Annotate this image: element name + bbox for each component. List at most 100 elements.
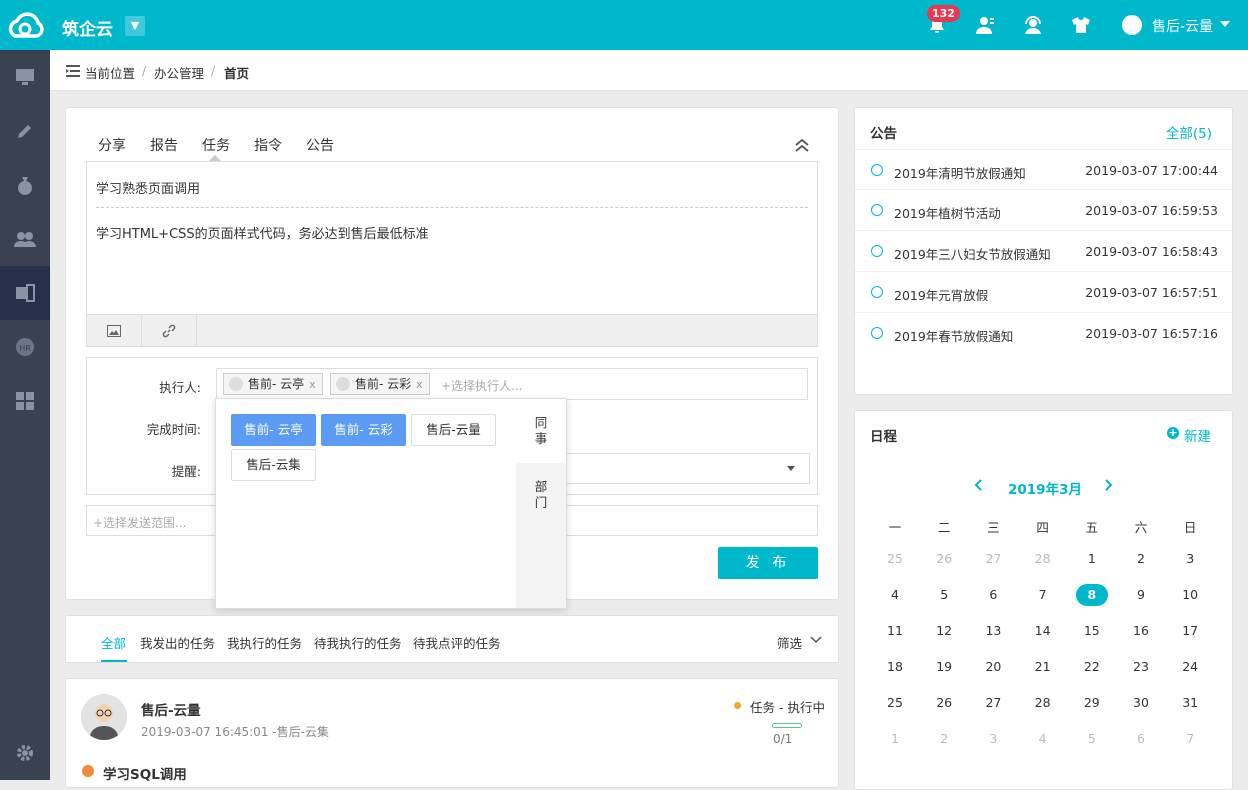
calendar-day[interactable]: 28 <box>1023 695 1063 710</box>
sidebar-item-office[interactable] <box>0 266 50 320</box>
remove-icon[interactable]: x <box>416 378 423 391</box>
plus-icon[interactable]: + <box>1167 427 1179 439</box>
executor-input[interactable]: 售前- 云亭 x 售前- 云彩 x +选择执行人... <box>216 368 808 400</box>
calendar-day[interactable]: 9 <box>1121 587 1161 602</box>
calendar-day[interactable]: 26 <box>924 551 964 566</box>
calendar-day[interactable]: 27 <box>973 551 1013 566</box>
calendar-day[interactable]: 10 <box>1170 587 1210 602</box>
tshirt-icon[interactable] <box>1070 14 1092 36</box>
calendar-day[interactable]: 6 <box>1121 731 1161 746</box>
calendar-day[interactable]: 18 <box>875 659 915 674</box>
calendar-day[interactable]: 3 <box>1170 551 1210 566</box>
list-item[interactable]: 2019年元宵放假 2019-03-07 16:57:51 <box>855 272 1232 313</box>
calendar-day[interactable]: 4 <box>875 587 915 602</box>
calendar-day[interactable]: 5 <box>924 587 964 602</box>
next-month-icon[interactable] <box>1103 479 1113 491</box>
calendar-day[interactable]: 6 <box>973 587 1013 602</box>
filter-tab-all[interactable]: 全部 <box>101 633 126 652</box>
calendar-day[interactable]: 31 <box>1170 695 1210 710</box>
calendar-day[interactable]: 16 <box>1121 623 1161 638</box>
picker-tab-department[interactable]: 部门 <box>516 463 566 527</box>
list-item[interactable]: 2019年三八妇女节放假通知 2019-03-07 16:58:43 <box>855 231 1232 272</box>
cloud-logo-icon[interactable] <box>6 8 46 42</box>
filter-tab-pending[interactable]: 待我执行的任务 <box>314 633 402 652</box>
calendar-day[interactable]: 21 <box>1023 659 1063 674</box>
picker-person[interactable]: 售后-云集 <box>231 449 316 481</box>
calendar-day[interactable]: 19 <box>924 659 964 674</box>
caret-down-icon[interactable] <box>1220 21 1230 27</box>
calendar-day[interactable]: 4 <box>1023 731 1063 746</box>
calendar-day[interactable]: 23 <box>1121 659 1161 674</box>
chevron-down-icon[interactable] <box>810 635 822 645</box>
calendar-day[interactable]: 25 <box>875 695 915 710</box>
sidebar-item-desktop[interactable] <box>0 50 50 104</box>
calendar-day[interactable]: 1 <box>1072 551 1112 566</box>
calendar-day[interactable]: 30 <box>1121 695 1161 710</box>
filter-tab-review[interactable]: 待我点评的任务 <box>413 633 501 652</box>
prev-month-icon[interactable] <box>974 479 984 491</box>
feed-title[interactable]: 学习SQL调用 <box>103 763 187 783</box>
new-event-button[interactable]: 新建 <box>1184 425 1211 445</box>
calendar-day[interactable]: 20 <box>973 659 1013 674</box>
calendar-day[interactable]: 7 <box>1170 731 1210 746</box>
calendar-day[interactable]: 2 <box>1121 551 1161 566</box>
list-item[interactable]: 2019年植树节活动 2019-03-07 16:59:53 <box>855 190 1232 231</box>
filter-tab-sent[interactable]: 我发出的任务 <box>140 633 215 652</box>
brand-dropdown-button[interactable]: ▼ <box>125 16 145 36</box>
picker-person[interactable]: 售后-云量 <box>411 414 496 446</box>
calendar-day[interactable]: 26 <box>924 695 964 710</box>
announcements-all-link[interactable]: 全部(5) <box>1166 122 1212 142</box>
calendar-day[interactable]: 28 <box>1023 551 1063 566</box>
insert-image-button[interactable] <box>87 315 142 346</box>
calendar-day[interactable]: 15 <box>1072 623 1112 638</box>
task-editor[interactable]: 学习熟悉页面调用 学习HTML+CSS的页面样式代码，务必达到售后最低标准 <box>86 161 818 347</box>
feed-author[interactable]: 售后-云量 <box>141 699 201 719</box>
filter-button[interactable]: 筛选 <box>777 633 802 652</box>
calendar-day[interactable]: 12 <box>924 623 964 638</box>
calendar-day[interactable]: 27 <box>973 695 1013 710</box>
collapse-up-icon[interactable] <box>795 138 809 152</box>
calendar-day[interactable]: 2 <box>924 731 964 746</box>
executor-tag[interactable]: 售前- 云亭 x <box>223 373 323 395</box>
sidebar-item-hr[interactable]: HR <box>0 320 50 374</box>
breadcrumb-office[interactable]: 办公管理 <box>154 63 204 82</box>
sidebar-item-finance[interactable] <box>0 158 50 212</box>
list-item[interactable]: 2019年春节放假通知 2019-03-07 16:57:16 <box>855 313 1232 354</box>
sidebar-item-team[interactable] <box>0 212 50 266</box>
support-icon[interactable] <box>1022 14 1044 36</box>
tab-task[interactable]: 任务 <box>202 135 230 155</box>
list-item[interactable]: 2019年清明节放假通知 2019-03-07 17:00:44 <box>855 149 1232 190</box>
tab-notice[interactable]: 公告 <box>306 135 334 155</box>
sidebar-item-settings[interactable] <box>0 726 50 780</box>
calendar-day[interactable]: 17 <box>1170 623 1210 638</box>
publish-button[interactable]: 发 布 <box>718 547 818 579</box>
calendar-day[interactable]: 7 <box>1023 587 1063 602</box>
filter-tab-executed[interactable]: 我执行的任务 <box>227 633 302 652</box>
calendar-day[interactable]: 22 <box>1072 659 1112 674</box>
calendar-day[interactable]: 11 <box>875 623 915 638</box>
sidebar-item-edit[interactable] <box>0 104 50 158</box>
calendar-day[interactable]: 24 <box>1170 659 1210 674</box>
task-body[interactable]: 学习HTML+CSS的页面样式代码，务必达到售后最低标准 <box>96 223 429 242</box>
calendar-day[interactable]: 25 <box>875 551 915 566</box>
calendar-day-today[interactable]: 8 <box>1072 587 1112 602</box>
contact-icon[interactable] <box>974 14 996 36</box>
calendar-day[interactable]: 3 <box>973 731 1013 746</box>
picker-tab-colleague[interactable]: 同事 <box>516 399 566 463</box>
calendar-day[interactable]: 5 <box>1072 731 1112 746</box>
sidebar-item-apps[interactable] <box>0 374 50 428</box>
remove-icon[interactable]: x <box>309 378 316 391</box>
tab-instruction[interactable]: 指令 <box>254 135 282 155</box>
executor-tag[interactable]: 售前- 云彩 x <box>330 373 430 395</box>
calendar-day[interactable]: 1 <box>875 731 915 746</box>
calendar-day[interactable]: 14 <box>1023 623 1063 638</box>
user-avatar[interactable] <box>1122 15 1142 35</box>
tab-share[interactable]: 分享 <box>98 135 126 155</box>
calendar-day[interactable]: 29 <box>1072 695 1112 710</box>
insert-link-button[interactable] <box>142 315 197 346</box>
task-title[interactable]: 学习熟悉页面调用 <box>96 178 200 197</box>
calendar-day[interactable]: 13 <box>973 623 1013 638</box>
picker-person[interactable]: 售前- 云彩 <box>321 414 406 446</box>
author-avatar[interactable] <box>81 694 127 740</box>
user-name[interactable]: 售后-云量 <box>1152 16 1213 36</box>
